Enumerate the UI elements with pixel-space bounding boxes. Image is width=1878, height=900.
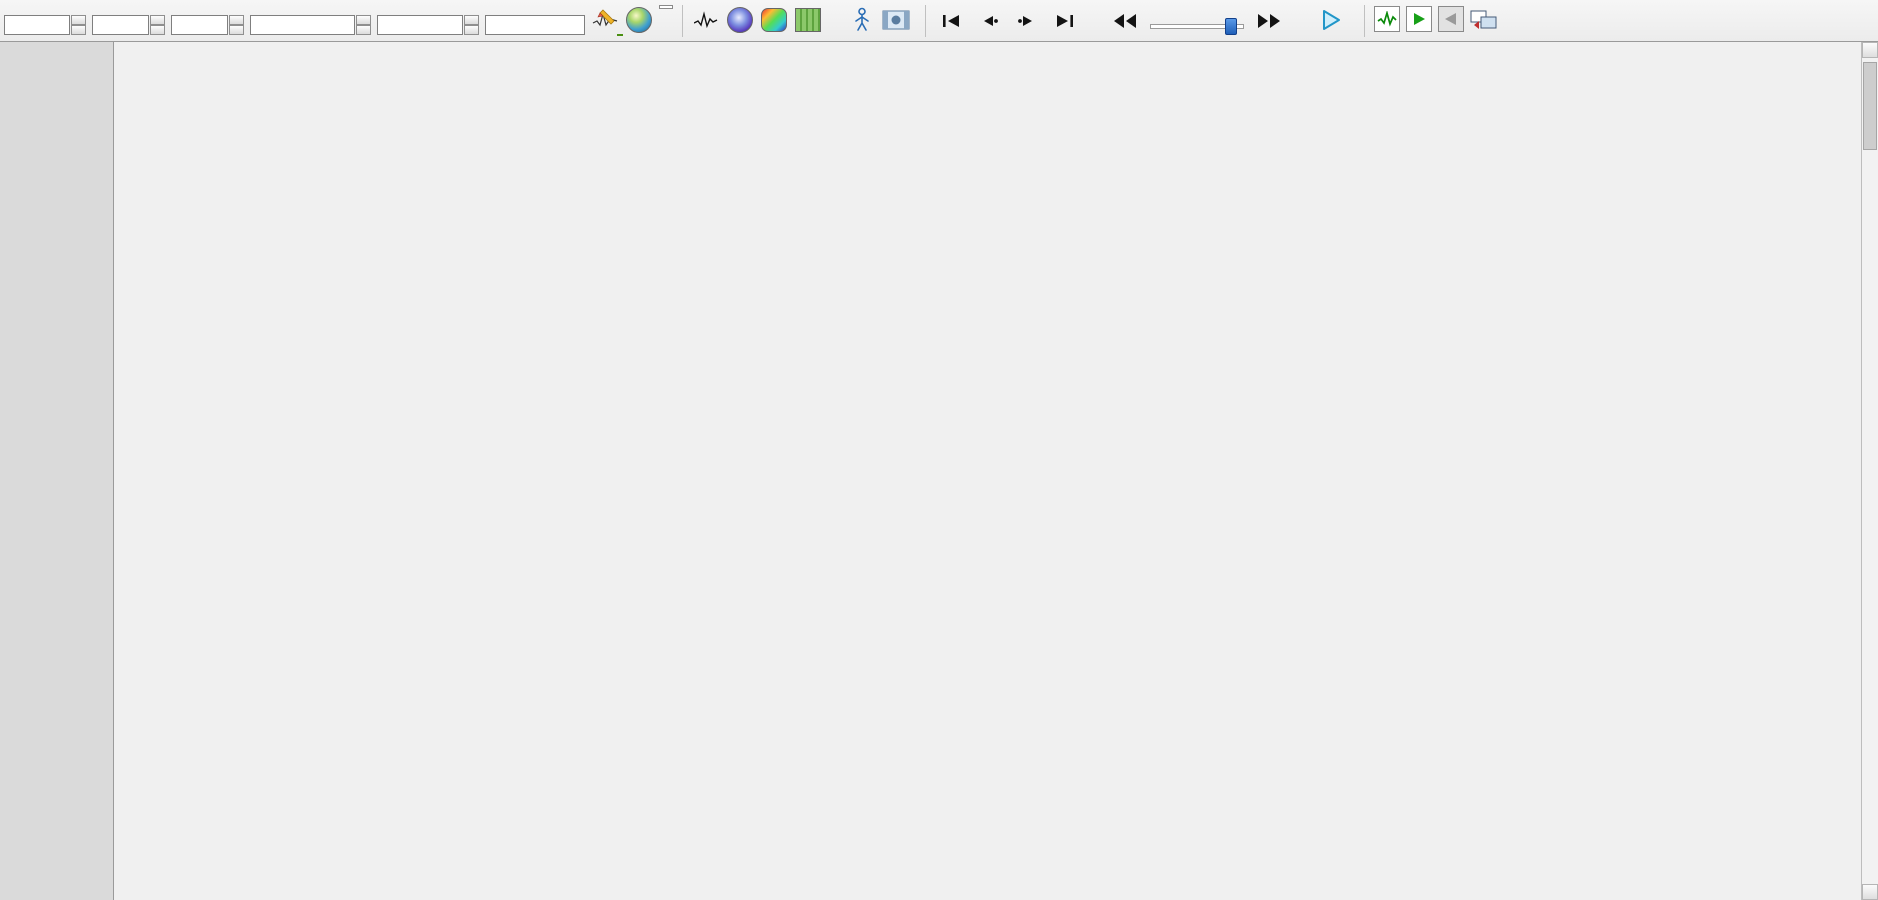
skip-to-start-button[interactable] [935, 7, 967, 35]
previous-result-button[interactable] [1438, 6, 1464, 32]
head-map-icon [727, 7, 753, 33]
pattern-combo[interactable] [250, 15, 355, 35]
green-trend-icon [795, 8, 821, 32]
favorite-control [485, 2, 585, 35]
sensitivity-control [4, 2, 86, 35]
montage-edit-icon[interactable] [591, 6, 623, 36]
time-constant-combo[interactable] [92, 15, 149, 35]
time-constant-spinner[interactable] [150, 15, 165, 35]
spinner-up-icon[interactable] [71, 15, 86, 25]
video-icon[interactable] [882, 6, 910, 34]
rewind-button[interactable] [1109, 7, 1141, 35]
fast-forward-button[interactable] [1253, 7, 1285, 35]
speed-slider-handle[interactable] [1225, 18, 1237, 35]
toolbar-separator [925, 5, 926, 37]
datetime-display [659, 4, 673, 9]
scrollbar-thumb[interactable] [1863, 62, 1877, 150]
sensitivity-combo[interactable] [4, 15, 70, 35]
speed-slider-control [1147, 4, 1247, 35]
display-length-control [377, 2, 479, 35]
trace-view-icon[interactable] [692, 6, 720, 34]
high-frequency-filter-control [171, 2, 244, 35]
spinner-up-icon[interactable] [356, 15, 371, 25]
vertical-scrollbar[interactable] [1861, 42, 1878, 900]
spinner-down-icon[interactable] [229, 25, 244, 35]
sensitivity-spinner[interactable] [71, 15, 86, 35]
display-length-spinner[interactable] [464, 15, 479, 35]
notch-filter-badge [617, 34, 623, 36]
time-display [659, 5, 673, 9]
eeg-trace-area[interactable] [114, 42, 1861, 900]
scroll-down-button[interactable] [1862, 884, 1878, 900]
time-constant-control [92, 2, 165, 35]
toolbar-separator [1364, 5, 1365, 37]
map-globe-icon[interactable] [625, 6, 653, 34]
favorite-combo[interactable] [485, 15, 585, 35]
spinner-down-icon[interactable] [150, 25, 165, 35]
step-forward-button[interactable] [1011, 7, 1043, 35]
patient-info-icon[interactable] [848, 6, 876, 34]
speed-slider-track[interactable] [1147, 17, 1247, 35]
spectrum-map-icon[interactable] [760, 6, 788, 34]
spinner-down-icon[interactable] [71, 25, 86, 35]
spinner-up-icon[interactable] [229, 15, 244, 25]
topography-map-icon[interactable] [726, 6, 754, 34]
play-button[interactable] [1313, 5, 1349, 35]
spinner-down-icon[interactable] [356, 25, 371, 35]
step-backward-button[interactable] [973, 7, 1005, 35]
display-length-combo[interactable] [377, 15, 463, 35]
scroll-up-button[interactable] [1862, 42, 1878, 58]
hf-filter-combo[interactable] [171, 15, 228, 35]
toolbar-separator [682, 5, 683, 37]
eeg-viewer-app: { "toolbar": { "sens": {"label": "Sens(u… [0, 0, 1878, 900]
globe-icon [626, 7, 652, 33]
spinner-up-icon[interactable] [150, 15, 165, 25]
rainbow-map-icon [761, 8, 787, 32]
dsa-trend-icon[interactable] [794, 6, 822, 34]
channel-sidebar [0, 42, 114, 900]
dual-screen-export-icon[interactable] [1470, 6, 1498, 34]
eeg-traces-canvas[interactable] [114, 42, 414, 192]
toolbar [0, 0, 1878, 42]
skip-to-end-button[interactable] [1049, 7, 1081, 35]
hf-filter-spinner[interactable] [229, 15, 244, 35]
montage-pattern-control [250, 2, 371, 35]
analysis-wave-button[interactable] [1374, 6, 1400, 32]
spinner-up-icon[interactable] [464, 15, 479, 25]
spinner-down-icon[interactable] [464, 25, 479, 35]
pattern-spinner[interactable] [356, 15, 371, 35]
start-analysis-button[interactable] [1406, 6, 1432, 32]
